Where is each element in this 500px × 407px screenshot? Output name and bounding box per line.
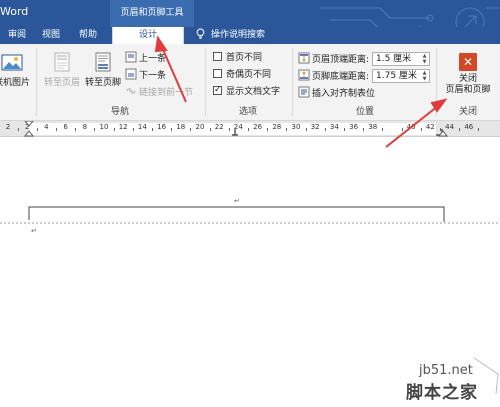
ruler-label: 40 — [406, 123, 416, 131]
ruler-label: 44 — [445, 123, 455, 131]
group-separator — [205, 48, 206, 116]
different-odd-even-label: 奇偶页不同 — [226, 70, 272, 80]
header-paragraph-mark: ↵ — [234, 197, 240, 205]
group-separator — [436, 48, 437, 116]
checkbox-box-checked — [213, 84, 222, 96]
app-name: Word — [0, 5, 29, 18]
next-section-icon — [125, 68, 137, 80]
close-icon: ✕ — [459, 53, 477, 71]
ruler-tick — [478, 128, 480, 131]
title-decoration — [320, 7, 500, 27]
ruler-label: 26 — [253, 123, 263, 131]
tell-me-label: 操作说明搜索 — [211, 30, 266, 40]
goto-header-icon — [54, 52, 70, 72]
ruler-label: 14 — [137, 123, 147, 131]
tell-me-search[interactable]: 操作说明搜索 — [196, 27, 265, 44]
online-pictures-icon — [1, 54, 23, 71]
ruler-label: 2 — [5, 123, 11, 131]
online-pictures-button[interactable]: 联机图片 — [0, 52, 32, 88]
ruler-tick — [382, 128, 384, 131]
alignment-tab-icon — [298, 86, 310, 98]
insert-alignment-tab-label: 插入对齐制表位 — [312, 89, 376, 99]
ruler-label: 20 — [195, 123, 205, 131]
ruler-label: 24 — [233, 123, 243, 131]
ruler-label: 8 — [82, 123, 88, 131]
ruler-label: 6 — [63, 123, 68, 131]
next-button[interactable]: 下一条 — [125, 68, 166, 82]
ruler-label: 36 — [349, 123, 359, 131]
spinner-arrows-icon[interactable]: ▲ ▼ — [421, 70, 428, 82]
header-position-icon — [298, 52, 310, 64]
goto-header-label: 转至页眉 — [43, 78, 80, 88]
next-label: 下一条 — [139, 71, 167, 81]
link-to-previous-label: 链接到前一节 — [139, 88, 194, 98]
ruler-label: 16 — [157, 123, 167, 131]
goto-header-button[interactable]: 转至页眉 — [42, 52, 82, 88]
insert-alignment-tab-button[interactable]: 插入对齐制表位 — [298, 86, 375, 101]
header-from-top-label: 页眉顶端距离: — [312, 55, 370, 65]
ruler-label: 34 — [329, 123, 339, 131]
context-tool-header: 页眉和页脚工具 — [110, 0, 194, 27]
header-from-top-row: 页眉顶端距离: — [298, 52, 369, 67]
ruler-label: 10 — [99, 123, 109, 131]
goto-footer-label: 转至页脚 — [84, 78, 121, 88]
navigation-group-label: 导航 — [110, 107, 129, 117]
ruler-label: 2 — [24, 123, 30, 131]
previous-button[interactable]: 上一条 — [125, 51, 166, 65]
close-header-footer-button[interactable]: ✕ 关闭 页眉和页脚 — [440, 53, 496, 96]
ruler-label: 46 — [464, 123, 474, 131]
title-bar: Word 页眉和页脚工具 — [0, 0, 500, 27]
tab-review[interactable]: 审阅 — [4, 27, 30, 44]
ribbon-tab-row: 审阅 视图 帮助 设计 操作说明搜索 — [0, 27, 500, 44]
horizontal-ruler[interactable]: 2 2 4 6 8 10 12 14 16 18 20 22 24 26 28 30 32 34 36 38 40 42 4… — [0, 121, 500, 137]
watermark-url: jb51.net — [419, 363, 473, 378]
watermark-site-name: 脚本之家 — [406, 383, 478, 403]
ruler-label: 32 — [310, 123, 320, 131]
checkbox-box — [213, 52, 222, 61]
ruler-label: 4 — [44, 123, 49, 131]
lightbulb-icon — [196, 28, 205, 39]
footer-position-icon — [298, 69, 310, 81]
link-icon — [126, 88, 136, 94]
tab-view[interactable]: 视图 — [38, 27, 64, 44]
ruler-label: 30 — [291, 123, 301, 131]
link-to-previous-button[interactable]: 链接到前一节 — [125, 85, 193, 99]
ruler-label: 18 — [176, 123, 186, 131]
body-paragraph-mark: ↵ — [31, 227, 37, 235]
footer-from-bottom-value: 1.75 厘米 — [376, 71, 417, 81]
options-group-label: 选项 — [238, 107, 257, 117]
ruler-label: 28 — [272, 123, 282, 131]
previous-label: 上一条 — [139, 54, 167, 64]
tab-design[interactable]: 设计 — [112, 27, 184, 44]
show-document-text-label: 显示文档文字 — [226, 87, 281, 97]
ruler-label: 12 — [118, 123, 128, 131]
close-button-label-line1: 关闭 — [458, 74, 477, 84]
header-from-top-spinner[interactable]: 1.5 厘米 ▲ ▼ — [372, 52, 430, 66]
previous-section-icon — [125, 51, 137, 63]
online-pictures-label: 联机图片 — [0, 78, 30, 88]
goto-footer-button[interactable]: 转至页脚 — [84, 52, 122, 88]
checkbox-box — [213, 69, 222, 78]
ruler-label: 42 — [425, 123, 435, 131]
spinner-arrows-icon[interactable]: ▲ ▼ — [421, 53, 428, 65]
different-odd-even-checkbox[interactable]: 奇偶页不同 — [213, 69, 271, 81]
footer-from-bottom-row: 页脚底端距离: — [298, 69, 369, 84]
show-document-text-checkbox[interactable]: 显示文档文字 — [213, 84, 281, 98]
different-first-page-label: 首页不同 — [226, 53, 263, 63]
footer-from-bottom-label: 页脚底端距离: — [312, 72, 370, 82]
ruler-label: 22 — [214, 123, 224, 131]
different-first-page-checkbox[interactable]: 首页不同 — [213, 52, 262, 64]
footer-from-bottom-spinner[interactable]: 1.75 厘米 ▲ ▼ — [372, 69, 430, 83]
position-group-label: 位置 — [355, 107, 374, 117]
ribbon: 联机图片 转至页眉 转至页脚 上一条 下一条 链接到前一节 — [0, 44, 500, 121]
header-from-top-value: 1.5 厘米 — [376, 54, 412, 64]
group-separator — [36, 48, 37, 116]
group-separator — [292, 48, 293, 116]
tab-help[interactable]: 帮助 — [75, 27, 101, 44]
close-button-label-line2: 页眉和页脚 — [445, 85, 491, 95]
ruler-label: 38 — [368, 123, 378, 131]
goto-footer-icon — [95, 52, 111, 72]
close-group-label: 关闭 — [458, 107, 477, 117]
